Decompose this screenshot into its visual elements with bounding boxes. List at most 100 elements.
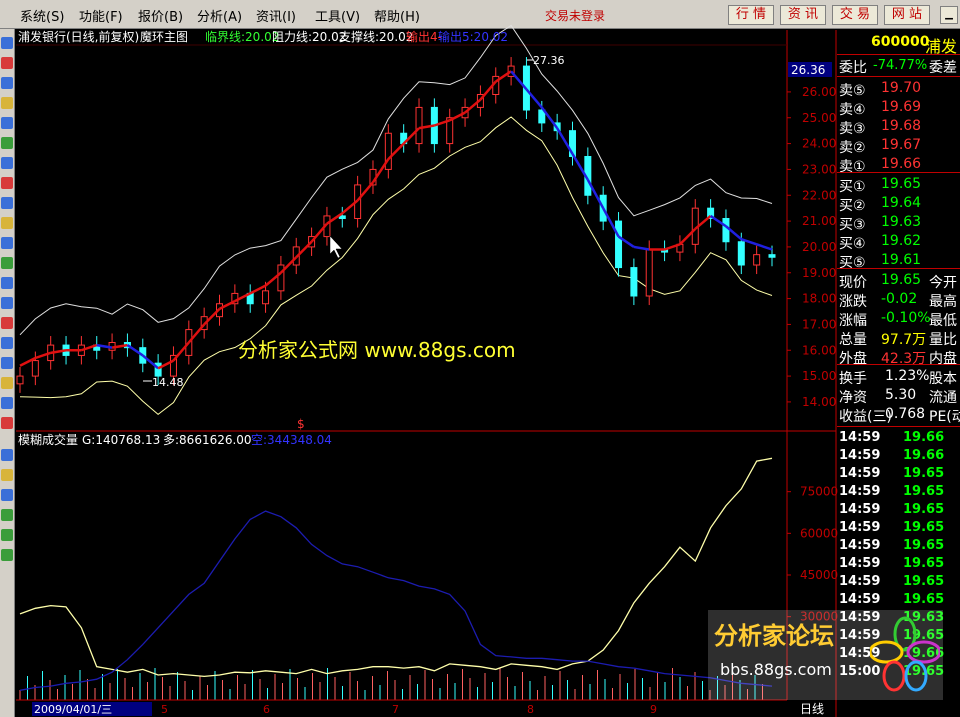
stat-value: -0.02 [881,291,918,307]
ma-layer [19,70,773,370]
indicator-param: 输出5:20.02 [438,29,508,44]
stat-value: -0.10% [881,310,931,326]
tick-price: 19.65 [903,556,945,571]
tick-time: 14:59 [839,448,881,463]
stat-label: 现价 [839,275,867,291]
commission-diff-label: 委差 [929,60,957,76]
price-tick-label: 22.00 [802,188,836,202]
bid-label: 买③ [839,217,866,233]
volume-series-line [19,510,773,691]
month-label: 8 [527,703,534,716]
price-tick-label: 14.00 [802,395,836,409]
price-tick-label: 26.00 [802,85,836,99]
candle-body [31,360,39,377]
tick-price: 19.65 [903,466,945,481]
bid-label: 买② [839,198,866,214]
candle-body [722,218,730,243]
stat-label: 外盘 [839,351,867,367]
ask-price: 19.70 [881,80,922,96]
bid-price: 19.62 [881,233,922,249]
forum-title: 分析家论坛 [714,622,834,650]
candle-body [338,215,346,220]
tick-price: 19.65 [903,574,945,589]
tick-time: 14:59 [839,520,881,535]
bid-label: 买① [839,179,866,195]
tick-time: 14:59 [839,466,881,481]
stat-value: 19.65 [881,272,922,288]
volume-tick-label: 75000 [800,485,838,499]
ask-label: 卖① [839,159,866,175]
month-label: 7 [392,703,399,716]
bid-price: 19.64 [881,195,922,211]
ask-label: 卖④ [839,102,866,118]
tick-price: 19.65 [903,520,945,535]
bid-label: 买④ [839,236,866,252]
tick-time: 14:59 [839,574,881,589]
sub-indicator-params: G:140768.13 多:8661626.00 空:344348.04 [82,433,332,447]
stat-label: 最低 [929,313,957,329]
ask-price: 19.69 [881,99,922,115]
stat-label: 涨跌 [839,294,867,310]
bid-price: 19.65 [881,176,922,192]
tick-price: 19.66 [903,448,945,463]
price-tick-label: 15.00 [802,369,836,383]
tick-price: 19.65 [903,592,945,607]
candle-body [737,241,745,266]
tick-price: 19.65 [903,502,945,517]
price-tick-label: 25.00 [802,111,836,125]
tick-time: 14:59 [839,592,881,607]
stat-label: 最高 [929,294,957,310]
stat-label: 收益(三) [839,409,892,425]
month-label: 6 [263,703,270,716]
bid-price: 19.61 [881,252,922,268]
mouse-cursor-icon [329,235,343,259]
stat-label: 换手 [839,371,867,387]
stat-value: 97.7万 [881,332,927,348]
price-tick-label: 17.00 [802,317,836,331]
commission-ratio: -74.77% [873,58,928,73]
stat-value: 0.768 [885,406,926,422]
tick-time: 14:59 [839,538,881,553]
volume-tick-label: 60000 [800,526,838,540]
ask-price: 19.66 [881,156,922,172]
candle-body [415,106,423,145]
indicator-name: 魔环主图 [140,29,188,44]
low-label: 14.48 [152,376,184,389]
indicator-param: 支撑线:20.02 [339,29,413,44]
stat-label: 净资 [839,390,867,406]
tick-time: 14:59 [839,484,881,499]
indicator-param: 输出4- [406,29,442,44]
price-tick-label: 19.00 [802,266,836,280]
stat-label: 内盘 [929,351,957,367]
sub-indicator-param: 多:8661626.00 [163,433,252,447]
ask-label: 卖⑤ [839,83,866,99]
support-line [19,116,773,416]
tab-daily[interactable]: 日线 [800,702,824,716]
tick-time: 14:59 [839,430,881,445]
candle-body [262,290,270,305]
indicator-param: 阻力线:20.02 [272,30,346,44]
ma-line-segment [756,243,773,251]
sub-indicator-param: G:140768.13 [82,433,160,447]
chart-title: 浦发银行(日线,前复权) [18,29,139,44]
ask-price: 19.68 [881,118,922,134]
stat-label: 涨幅 [839,313,867,329]
stat-label: 总量 [839,332,867,348]
volume-layer [19,457,773,700]
commission-ratio-label: 委比 [839,60,867,76]
stat-value: 42.3万 [881,351,927,367]
event-marker: $ [297,417,305,431]
candle-body [16,375,24,385]
candle-body [768,254,776,258]
app-window: 系统(S) 功能(F) 报价(B) 分析(A) 资讯(I) 工具(V) 帮助(H… [0,0,960,717]
tick-price: 19.65 [903,484,945,499]
volume-series-line [19,457,773,678]
stat-label: 量比 [929,332,957,348]
cursor-date: 2009/04/01/三 [34,703,112,716]
candle-body [645,249,653,297]
stat-label: 流通 [929,390,957,406]
indicator-param: 临界线:20.02 [205,30,279,44]
candle-body [753,254,761,266]
high-label: 27.36 [533,54,565,67]
tick-time: 14:59 [839,502,881,517]
